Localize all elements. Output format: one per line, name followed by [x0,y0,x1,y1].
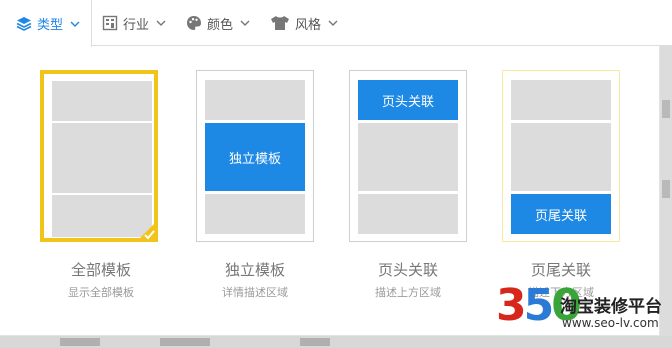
background-thumb [662,180,670,198]
tab-color[interactable]: 颜色 [186,0,250,46]
building-icon [102,15,118,31]
chevron-down-icon [240,18,250,28]
preview-block [358,123,458,191]
tab-label: 风格 [295,17,322,33]
template-card-header[interactable]: 页头关联 [349,70,467,242]
shirt-icon [270,15,290,31]
template-card-standalone[interactable]: 独立模板 [196,70,314,242]
tab-industry[interactable]: 行业 [102,0,166,46]
chevron-down-icon [156,18,166,28]
background-thumb [662,100,670,118]
tab-label: 颜色 [207,17,234,33]
preview-block-highlight: 独立模板 [205,123,305,191]
background-thumb [60,338,100,346]
filter-bar: 类型 行业 颜色 风格 [0,0,672,47]
preview-block [205,80,305,120]
card-title: 全部模板 [70,261,131,279]
watermark-title: 淘宝装修平台 [560,297,662,317]
preview-block-highlight: 页尾关联 [511,194,611,234]
layers-icon [16,16,32,32]
check-icon [136,220,158,242]
preview-block [358,194,458,234]
tab-style[interactable]: 风格 [270,0,338,46]
watermark-url: www.seo-lv.com [562,316,659,330]
chevron-down-icon [70,19,80,29]
template-card-all[interactable] [40,70,158,242]
card-title: 页头关联 [377,261,438,279]
chevron-down-icon [328,18,338,28]
preview-block [511,123,611,191]
background-thumb [160,338,210,346]
tab-label: 类型 [37,18,64,33]
preview-block [511,80,611,120]
tab-label: 行业 [123,17,150,33]
preview-block [52,81,152,121]
background-thumb [300,338,330,346]
site-watermark: 350 淘宝装修平台 www.seo-lv.com [496,276,672,344]
palette-icon [186,15,202,31]
card-subtitle: 显示全部模板 [68,286,134,299]
template-card-footer[interactable]: 页尾关联 [502,70,620,242]
preview-block-highlight: 页头关联 [358,80,458,120]
preview-block [52,123,152,193]
card-subtitle: 描述上方区域 [375,286,441,299]
preview-block [205,194,305,234]
tab-type[interactable]: 类型 [0,0,92,47]
card-subtitle: 详情描述区域 [222,286,288,299]
card-title: 独立模板 [224,261,285,279]
